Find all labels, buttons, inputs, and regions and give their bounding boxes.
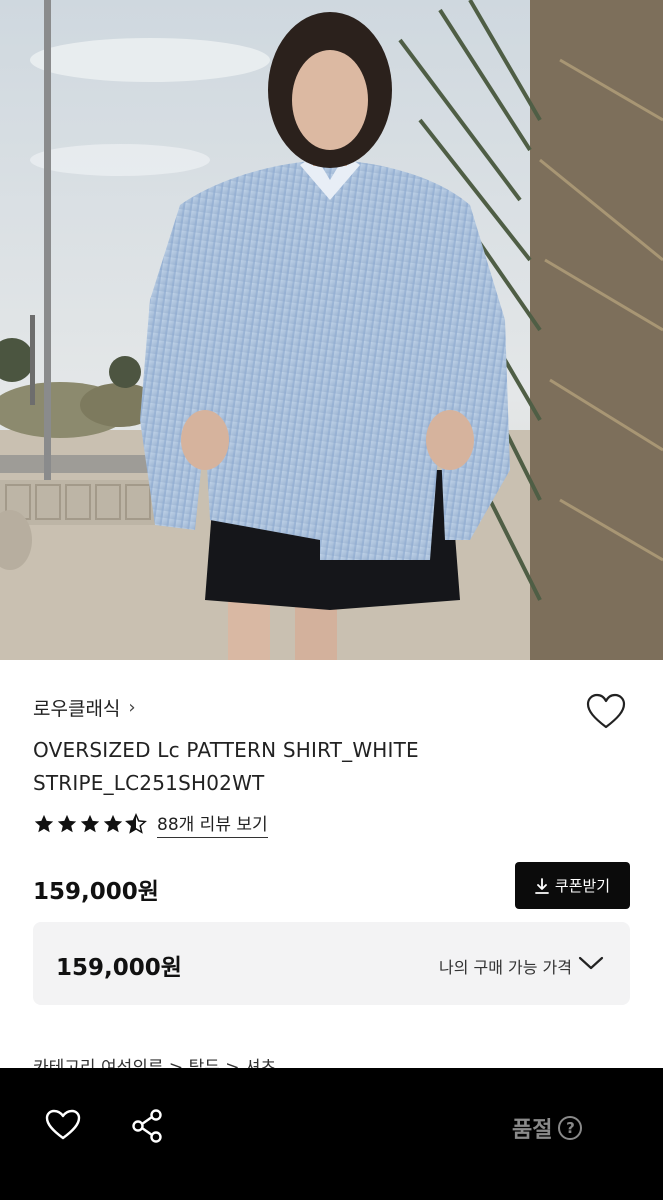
rating-row: 88개 리뷰 보기: [33, 810, 268, 838]
rating-stars: [33, 813, 147, 835]
download-icon: [534, 877, 549, 894]
share-icon[interactable]: [130, 1108, 166, 1144]
star-icon: [103, 814, 123, 833]
coupon-button[interactable]: 쿠폰받기: [515, 862, 630, 909]
soldout-status: 품절 ?: [512, 1112, 583, 1144]
heart-icon[interactable]: [584, 692, 628, 732]
product-photo: [0, 0, 663, 660]
bottom-action-bar: 품절 ?: [0, 1068, 663, 1200]
my-price-panel[interactable]: 159,000원 나의 구매 가능 가격: [33, 922, 630, 1005]
brand-name: 로우클래식: [33, 698, 121, 720]
brand-link[interactable]: 로우클래식 ›: [33, 694, 136, 721]
star-half-icon: [125, 813, 147, 834]
heart-icon[interactable]: [44, 1108, 82, 1142]
product-price: 159,000원: [33, 879, 159, 905]
star-icon: [57, 814, 77, 833]
my-price-value: 159,000원: [56, 955, 182, 981]
my-price-label: 나의 구매 가능 가격: [438, 958, 572, 977]
star-icon: [34, 814, 54, 833]
product-title: OVERSIZED Lc PATTERN SHIRT_WHITE STRIPE_…: [33, 738, 419, 795]
chevron-down-icon: [578, 956, 604, 970]
review-link[interactable]: 88개 리뷰 보기: [157, 810, 268, 838]
star-icon: [80, 814, 100, 833]
coupon-button-label: 쿠폰받기: [554, 877, 611, 895]
soldout-label: 품절: [512, 1118, 553, 1143]
help-icon[interactable]: ?: [558, 1116, 583, 1140]
chevron-right-icon: ›: [128, 697, 136, 718]
product-image[interactable]: [0, 0, 663, 660]
category-breadcrumb: 카테고리 여성의류 > 탑두 > 셔츠: [33, 1058, 277, 1068]
